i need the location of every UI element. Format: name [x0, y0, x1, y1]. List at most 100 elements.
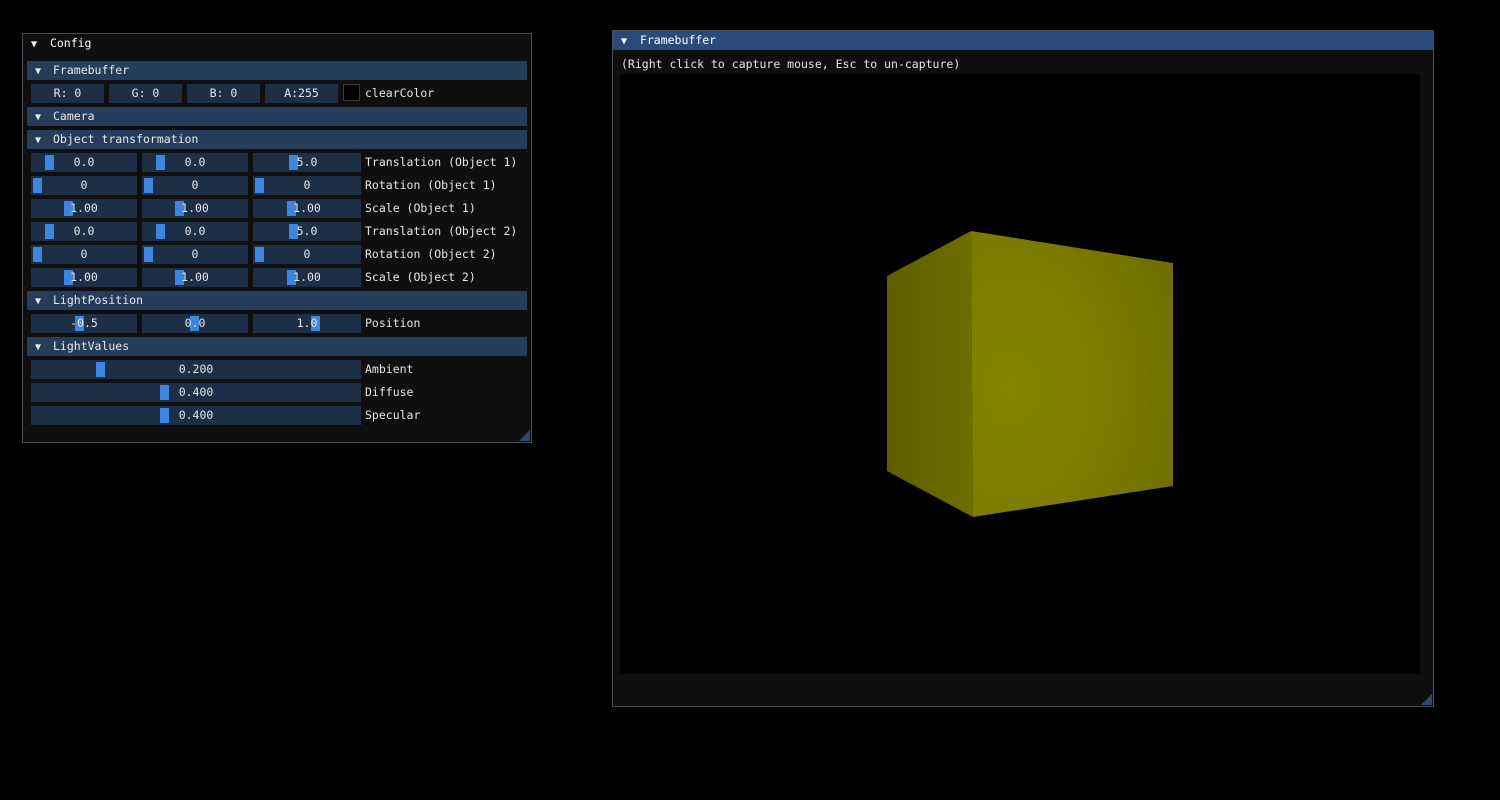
slider-value: -0.5: [70, 316, 98, 330]
r-value: R: 0: [53, 86, 82, 100]
g-value: G: 0: [131, 86, 160, 100]
diffuse-label: Diffuse: [365, 385, 414, 399]
slider-value: 1.0: [296, 316, 318, 330]
rotation-obj1-label: Rotation (Object 1): [365, 178, 497, 192]
translation-obj1-label: Translation (Object 1): [365, 155, 518, 169]
scale-obj2-z-slider[interactable]: 1.00: [253, 268, 361, 287]
slider-grab[interactable]: [160, 408, 169, 423]
collapse-triangle-icon[interactable]: ▼: [621, 32, 633, 51]
specular-slider[interactable]: 0.400: [31, 406, 361, 425]
resize-grip-icon[interactable]: [1421, 694, 1432, 705]
translation-obj2-label: Translation (Object 2): [365, 224, 518, 238]
slider-grab[interactable]: [255, 178, 264, 193]
slider-value: 0.0: [184, 155, 206, 169]
translation-obj1-y-slider[interactable]: 0.0: [142, 153, 248, 172]
slider-grab[interactable]: [144, 247, 153, 262]
ambient-label: Ambient: [365, 362, 414, 376]
scale-obj2-x-slider[interactable]: 1.00: [31, 268, 137, 287]
slider-grab[interactable]: [144, 178, 153, 193]
collapse-triangle-icon: ▼: [35, 296, 42, 307]
scale-obj1-label: Scale (Object 1): [365, 201, 476, 215]
cube: [887, 231, 1173, 517]
light-position-section-header[interactable]: ▼ LightPosition: [27, 291, 527, 310]
slider-grab[interactable]: [160, 385, 169, 400]
slider-value: 1.00: [293, 201, 321, 215]
light-values-section-header[interactable]: ▼ LightValues: [27, 337, 527, 356]
camera-section-header[interactable]: ▼ Camera: [27, 107, 527, 126]
camera-section-label: Camera: [53, 109, 95, 123]
clear-color-b-field[interactable]: B: 0: [187, 84, 260, 103]
scale-obj2-label: Scale (Object 2): [365, 270, 476, 284]
slider-value: 1.00: [293, 270, 321, 284]
clear-color-a-field[interactable]: A:255: [265, 84, 338, 103]
ambient-slider[interactable]: 0.200: [31, 360, 361, 379]
viewport[interactable]: [620, 74, 1420, 674]
slider-value: 5.0: [296, 224, 318, 238]
scale-obj1-z-slider[interactable]: 1.00: [253, 199, 361, 218]
slider-value: 0.400: [178, 385, 214, 399]
scale-obj1-y-slider[interactable]: 1.00: [142, 199, 248, 218]
diffuse-slider[interactable]: 0.400: [31, 383, 361, 402]
clear-color-g-field[interactable]: G: 0: [109, 84, 182, 103]
slider-value: 0.0: [73, 155, 95, 169]
slider-value: 5.0: [296, 155, 318, 169]
object-transformation-section-label: Object transformation: [53, 132, 199, 146]
light-position-z-slider[interactable]: 1.0: [253, 314, 361, 333]
translation-obj1-z-slider[interactable]: 5.0: [253, 153, 361, 172]
framebuffer-section-label: Framebuffer: [53, 63, 130, 77]
cube-front-face: [971, 231, 1173, 517]
slider-grab[interactable]: [255, 247, 264, 262]
rotation-obj1-x-slider[interactable]: 0: [31, 176, 137, 195]
slider-value: 0: [191, 247, 199, 261]
rotation-obj2-y-slider[interactable]: 0: [142, 245, 248, 264]
slider-value: 0.400: [178, 408, 214, 422]
framebuffer-title: Framebuffer: [639, 33, 717, 47]
clear-color-label: clearColor: [365, 86, 435, 100]
scale-obj1-x-slider[interactable]: 1.00: [31, 199, 137, 218]
collapse-triangle-icon[interactable]: ▼: [31, 35, 43, 54]
slider-grab[interactable]: [33, 247, 42, 262]
translation-obj2-x-slider[interactable]: 0.0: [31, 222, 137, 241]
clear-color-r-field[interactable]: R: 0: [31, 84, 104, 103]
b-value: B: 0: [209, 86, 238, 100]
slider-grab[interactable]: [156, 155, 165, 170]
slider-value: 0: [303, 178, 311, 192]
slider-grab[interactable]: [45, 224, 54, 239]
framebuffer-section-header[interactable]: ▼ Framebuffer: [27, 61, 527, 80]
slider-grab[interactable]: [33, 178, 42, 193]
object-transformation-section-header[interactable]: ▼ Object transformation: [27, 130, 527, 149]
rotation-obj1-y-slider[interactable]: 0: [142, 176, 248, 195]
framebuffer-titlebar[interactable]: ▼ Framebuffer: [613, 31, 1433, 50]
slider-grab[interactable]: [96, 362, 105, 377]
clear-color-swatch[interactable]: [343, 84, 360, 101]
rotation-obj2-z-slider[interactable]: 0: [253, 245, 361, 264]
light-position-y-slider[interactable]: 0.0: [142, 314, 248, 333]
scene-render: [887, 231, 1173, 517]
slider-value: 0: [303, 247, 311, 261]
slider-value: 0: [80, 247, 88, 261]
slider-value: 0: [80, 178, 88, 192]
light-values-section-label: LightValues: [53, 339, 130, 353]
slider-value: 0.0: [73, 224, 95, 238]
slider-grab[interactable]: [156, 224, 165, 239]
slider-value: 1.00: [181, 201, 209, 215]
slider-value: 0.0: [184, 224, 206, 238]
rotation-obj2-x-slider[interactable]: 0: [31, 245, 137, 264]
light-position-label: Position: [365, 316, 421, 330]
scale-obj2-y-slider[interactable]: 1.00: [142, 268, 248, 287]
specular-label: Specular: [365, 408, 421, 422]
config-titlebar[interactable]: ▼ Config: [23, 34, 531, 53]
translation-obj2-y-slider[interactable]: 0.0: [142, 222, 248, 241]
slider-grab[interactable]: [45, 155, 54, 170]
slider-value: 1.00: [70, 201, 98, 215]
slider-value: 0.200: [178, 362, 214, 376]
collapse-triangle-icon: ▼: [35, 66, 42, 77]
cube-left-face: [887, 231, 973, 517]
rotation-obj1-z-slider[interactable]: 0: [253, 176, 361, 195]
translation-obj1-x-slider[interactable]: 0.0: [31, 153, 137, 172]
resize-grip-icon[interactable]: [519, 430, 530, 441]
light-position-x-slider[interactable]: -0.5: [31, 314, 137, 333]
translation-obj2-z-slider[interactable]: 5.0: [253, 222, 361, 241]
config-window: ▼ Config ▼ Framebuffer R: 0 G: 0 B: 0 A:2…: [22, 33, 532, 443]
slider-value: 0.0: [184, 316, 206, 330]
